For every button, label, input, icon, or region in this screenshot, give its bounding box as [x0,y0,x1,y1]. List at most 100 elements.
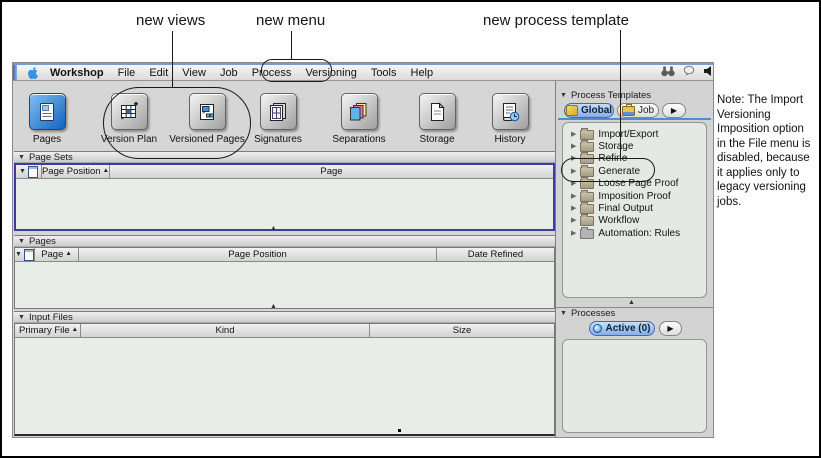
page-sets-table-header: ▼ Page Position ▲ Page [16,165,553,179]
tool-label: History [471,134,549,145]
window-edge-accent [13,65,17,80]
annotation-oval-versioning-menu [261,59,332,82]
tool-label: Separations [320,134,398,145]
global-templates-icon [566,105,578,116]
menu-job[interactable]: Job [213,67,245,79]
menu-file[interactable]: File [111,67,143,79]
chat-icon[interactable] [683,65,695,80]
panel-title: Process Templates [571,90,651,101]
input-files-table[interactable]: Primary File ▲ Kind Size [14,323,555,436]
process-templates-tree: ▶Import/Export ▶Storage ▶Refine ▶Generat… [562,122,707,298]
signatures-view-button[interactable] [260,93,297,130]
column-size[interactable]: Size [370,324,554,337]
pages-table-header: ▼ Page ▲ Page Position Date Refined [15,248,554,262]
template-group-workflow[interactable]: ▶Workflow [563,215,706,227]
disclosure-triangle-icon[interactable]: ▶ [571,217,576,224]
collapse-triangle-icon[interactable]: ▼ [18,238,25,245]
template-group-automation-rules[interactable]: ▶Automation: Rules [563,227,706,239]
sort-ascending-icon: ▲ [65,251,71,258]
pages-view-button[interactable] [29,93,66,130]
column-page-position[interactable]: Page Position ▲ [42,165,110,178]
resize-dot[interactable] [398,429,401,432]
disclosure-triangle-icon[interactable]: ▶ [571,230,576,237]
sort-ascending-icon: ▲ [103,168,109,175]
find-icon[interactable] [661,66,675,80]
page-set-doc-icon [28,166,38,178]
process-templates-header[interactable]: ▼ Process Templates [556,89,713,101]
column-date-refined[interactable]: Date Refined [437,248,554,261]
column-page[interactable]: Page ▲ [35,248,79,261]
menu-help[interactable]: Help [404,67,441,79]
storage-view-button[interactable] [419,93,456,130]
history-view-button[interactable] [492,93,529,130]
collapse-triangle-icon[interactable]: ▼ [560,310,567,317]
annotation-line-new-views [172,31,173,87]
tab-rule [558,118,711,120]
tab-active-processes[interactable]: Active (0) [589,321,655,336]
annotation-oval-generate-template [561,158,655,182]
folder-icon [580,142,594,152]
disclosure-triangle-icon[interactable]: ▶ [571,205,576,212]
process-sidebar: ▼ Process Templates Global Job ▶ ▶Import… [555,81,713,437]
menu-tools[interactable]: Tools [364,67,404,79]
side-note: Note: The Import Versioning Imposition o… [717,93,815,209]
separations-view-button[interactable] [341,93,378,130]
annotation-new-process-template: new process template [483,12,629,29]
signatures-icon [267,101,289,123]
processes-overflow-button[interactable]: ▶ [659,321,682,336]
folder-icon [580,192,594,202]
input-files-header[interactable]: ▼ Input Files [14,311,555,323]
collapse-triangle-icon[interactable]: ▼ [18,154,25,161]
input-files-table-header: Primary File ▲ Kind Size [15,324,554,338]
disclosure-triangle-icon[interactable]: ▶ [571,193,576,200]
menu-workshop[interactable]: Workshop [43,67,111,79]
column-page-position[interactable]: Page Position [79,248,437,261]
panel-title: Page Sets [29,152,73,163]
tab-job[interactable]: Job [617,103,659,118]
page-sets-table[interactable]: ▼ Page Position ▲ Page [14,163,555,231]
menu-view[interactable]: View [175,67,213,79]
panel-title: Pages [29,236,56,247]
panel-title: Input Files [29,312,73,323]
disclosure-triangle-icon[interactable]: ▶ [571,143,576,150]
splitter-caret-icon[interactable]: ▲ [270,303,277,310]
collapse-triangle-icon[interactable]: ▼ [560,92,567,99]
menu-edit[interactable]: Edit [142,67,175,79]
sort-ascending-icon: ▲ [72,327,78,334]
collapse-triangle-icon[interactable]: ▼ [18,314,25,321]
column-page[interactable]: Page [110,165,553,178]
column-kind[interactable]: Kind [81,324,370,337]
template-group-final-output[interactable]: ▶Final Output [563,202,706,214]
processes-list[interactable] [562,339,707,433]
job-templates-icon [622,106,635,116]
tab-global[interactable]: Global [564,103,614,118]
storage-icon [426,101,448,123]
folder-icon [580,204,594,214]
apple-menu-icon[interactable] [27,66,39,80]
page-sets-header[interactable]: ▼ Page Sets [14,151,555,163]
splitter-caret-icon[interactable]: ▲ [628,299,635,306]
pages-header[interactable]: ▼ Pages [14,235,555,247]
folder-icon [580,216,594,226]
view-toolbar: Pages Version Plan Versioned Pages [14,81,555,151]
pages-filter-header[interactable]: ▼ [15,248,35,261]
annotation-line-new-menu [291,31,292,59]
template-group-storage[interactable]: ▶Storage [563,140,706,152]
filter-triangle-icon[interactable]: ▼ [15,251,22,258]
template-group-imposition-proof[interactable]: ▶Imposition Proof [563,190,706,202]
active-process-icon [593,324,602,333]
disclosure-triangle-icon[interactable]: ▶ [571,131,576,138]
processes-header[interactable]: ▼ Processes [556,307,713,319]
filter-triangle-icon[interactable]: ▼ [19,168,26,175]
pages-table[interactable]: ▼ Page ▲ Page Position Date Refined [14,247,555,309]
template-group-import-export[interactable]: ▶Import/Export [563,128,706,140]
page-sets-filter-header[interactable]: ▼ [16,165,42,178]
menu-bar: Workshop File Edit View Job Process Vers… [13,63,713,81]
tab-overflow-button[interactable]: ▶ [662,103,686,118]
annotation-new-views: new views [136,12,205,29]
job-view-pane: Pages Version Plan Versioned Pages [14,81,555,437]
column-primary-file[interactable]: Primary File ▲ [15,324,81,337]
volume-icon[interactable] [703,65,713,80]
splitter-caret-icon[interactable]: ▲ [270,225,277,232]
page-doc-icon [24,249,34,261]
